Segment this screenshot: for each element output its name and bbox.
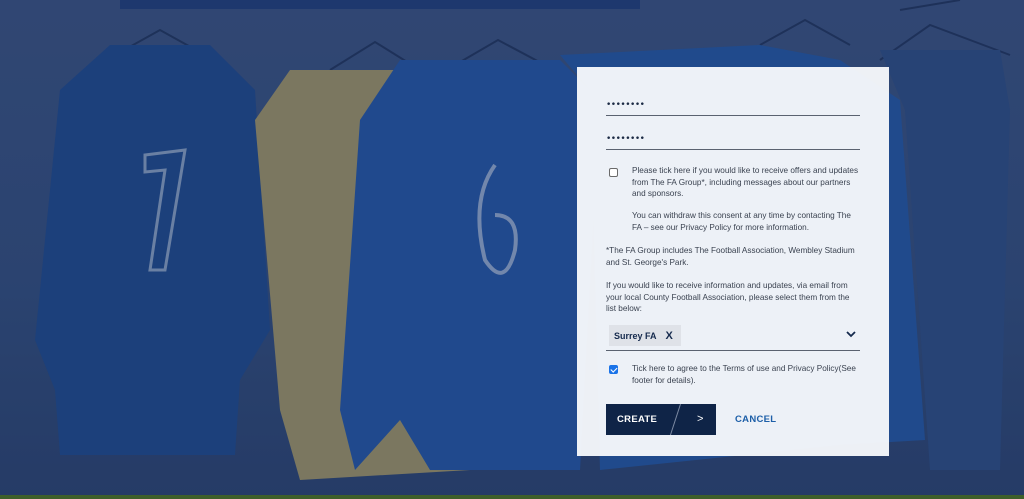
confirm-password-field[interactable] [606, 128, 860, 150]
create-button[interactable]: CREATE > [606, 404, 716, 435]
cancel-button[interactable]: CANCEL [735, 414, 776, 425]
password-input[interactable] [606, 95, 860, 115]
arrow-right-icon: > [697, 413, 704, 425]
confirm-password-input[interactable] [606, 129, 860, 149]
county-info-text: If you would like to receive information… [606, 281, 850, 313]
password-field[interactable] [606, 94, 860, 116]
fa-group-note: *The FA Group includes The Football Asso… [606, 246, 855, 267]
terms-label: Tick here to agree to the Terms of use a… [632, 364, 856, 385]
create-account-modal: Please tick here if you would like to re… [577, 67, 889, 456]
withdraw-consent-note: You can withdraw this consent at any tim… [632, 211, 851, 232]
terms-checkbox[interactable] [609, 365, 618, 374]
offers-consent-label: Please tick here if you would like to re… [632, 166, 859, 198]
button-divider [668, 404, 681, 435]
selected-county-label: Surrey FA [614, 330, 657, 341]
selected-county-chip: Surrey FA X [609, 325, 681, 346]
chevron-down-icon[interactable] [846, 330, 856, 338]
close-icon[interactable]: X [666, 330, 673, 342]
county-fa-select[interactable]: Surrey FA X [606, 320, 860, 351]
offers-consent-checkbox[interactable] [609, 168, 618, 177]
create-button-label: CREATE [617, 414, 658, 425]
